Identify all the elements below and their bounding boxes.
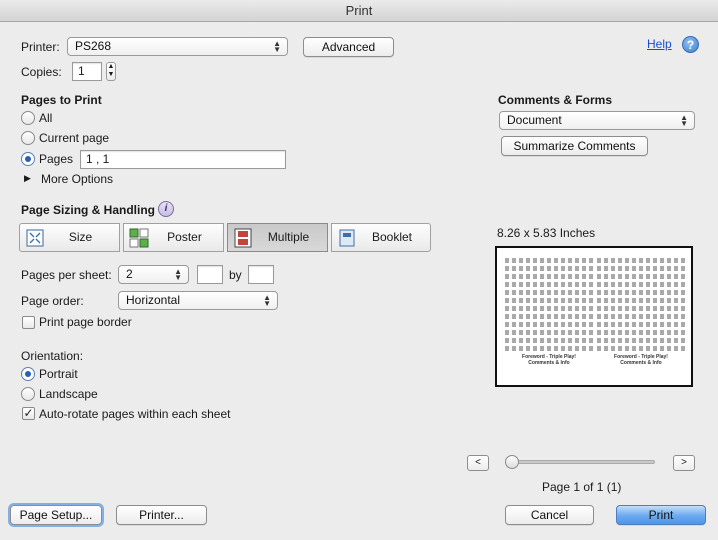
preview-page-left: Foreword - Triple Play! Comments & Info xyxy=(505,258,593,376)
by-label: by xyxy=(229,268,242,282)
page-sizing-heading: Page Sizing & Handling xyxy=(21,203,156,217)
preview-footer-left-2: Comments & Info xyxy=(528,360,570,366)
copies-field[interactable]: 1 xyxy=(72,62,102,81)
pages-to-print-heading: Pages to Print xyxy=(21,93,102,107)
tab-multiple[interactable]: Multiple xyxy=(227,223,328,252)
tab-size[interactable]: Size xyxy=(19,223,120,252)
radio-all-label: All xyxy=(39,111,53,125)
radio-landscape-label: Landscape xyxy=(39,387,98,401)
comments-forms-select[interactable]: Document ▲ ▼ xyxy=(499,111,695,130)
comments-forms-heading: Comments & Forms xyxy=(498,93,613,107)
copies-label: Copies: xyxy=(21,65,62,79)
radio-current-page[interactable] xyxy=(21,131,35,145)
radio-portrait-label: Portrait xyxy=(39,367,78,381)
copies-stepper[interactable]: ▲ ▼ xyxy=(106,62,116,81)
tab-poster-label: Poster xyxy=(167,230,202,244)
help-link[interactable]: Help xyxy=(647,37,672,51)
chevron-down-icon: ▼ xyxy=(263,299,271,308)
pages-per-sheet-value: 2 xyxy=(126,267,133,281)
help-icon[interactable]: ? xyxy=(682,36,699,53)
cancel-button[interactable]: Cancel xyxy=(505,505,594,525)
page-indicator: Page 1 of 1 (1) xyxy=(542,480,622,494)
tab-poster[interactable]: Poster xyxy=(123,223,224,252)
auto-rotate-label: Auto-rotate pages within each sheet xyxy=(39,407,231,421)
chevron-down-icon: ▼ xyxy=(680,119,688,128)
tab-multiple-label: Multiple xyxy=(267,230,310,244)
info-icon[interactable]: i xyxy=(158,201,174,217)
page-order-select[interactable]: Horizontal ▲ ▼ xyxy=(118,291,278,310)
comments-forms-value: Document xyxy=(507,113,562,127)
summarize-comments-button[interactable]: Summarize Comments xyxy=(501,136,648,156)
page-slider-track[interactable] xyxy=(505,460,655,464)
pages-columns-field[interactable] xyxy=(197,265,223,284)
preview-footer-right-2: Comments & Info xyxy=(620,360,662,366)
printer-label: Printer: xyxy=(21,40,60,54)
radio-landscape[interactable] xyxy=(21,387,35,401)
pages-range-field[interactable]: 1 , 1 xyxy=(80,150,286,169)
print-border-checkbox[interactable] xyxy=(22,316,35,329)
next-page-button[interactable]: > xyxy=(673,455,695,471)
advanced-button[interactable]: Advanced xyxy=(303,37,394,57)
tab-booklet-label: Booklet xyxy=(371,230,413,244)
radio-current-page-label: Current page xyxy=(39,131,110,145)
page-setup-button[interactable]: Page Setup... xyxy=(10,505,102,525)
orientation-heading: Orientation: xyxy=(21,349,84,363)
page-slider-knob[interactable] xyxy=(505,455,519,469)
preview-page-right: Foreword - Triple Play! Comments & Info xyxy=(597,258,685,376)
printer-select[interactable]: PS268 ▲ ▼ xyxy=(67,37,288,56)
print-border-label: Print page border xyxy=(39,315,132,329)
pages-rows-field[interactable] xyxy=(248,265,274,284)
pages-per-sheet-select[interactable]: 2 ▲ ▼ xyxy=(118,265,189,284)
pages-per-sheet-label: Pages per sheet: xyxy=(21,268,112,282)
auto-rotate-checkbox[interactable]: ✓ xyxy=(22,407,35,420)
previous-page-button[interactable]: < xyxy=(467,455,489,471)
window-title: Print xyxy=(0,0,718,22)
printer-button[interactable]: Printer... xyxy=(116,505,207,525)
chevron-down-icon: ▼ xyxy=(273,45,281,54)
print-button[interactable]: Print xyxy=(616,505,706,525)
radio-pages-label: Pages xyxy=(39,152,74,166)
more-options-toggle[interactable]: More Options xyxy=(41,172,113,186)
chevron-down-icon: ▼ xyxy=(174,273,182,282)
page-order-value: Horizontal xyxy=(126,293,181,307)
tab-size-label: Size xyxy=(68,230,93,244)
print-preview: Foreword - Triple Play! Comments & Info … xyxy=(495,246,693,387)
printer-value: PS268 xyxy=(75,39,112,53)
tab-booklet[interactable]: Booklet xyxy=(331,223,431,252)
radio-pages[interactable] xyxy=(21,152,35,166)
page-order-label: Page order: xyxy=(21,294,84,308)
radio-all[interactable] xyxy=(21,111,35,125)
paper-size-label: 8.26 x 5.83 Inches xyxy=(497,226,596,240)
disclosure-triangle-icon[interactable]: ▶ xyxy=(24,173,31,184)
radio-portrait[interactable] xyxy=(21,367,35,381)
